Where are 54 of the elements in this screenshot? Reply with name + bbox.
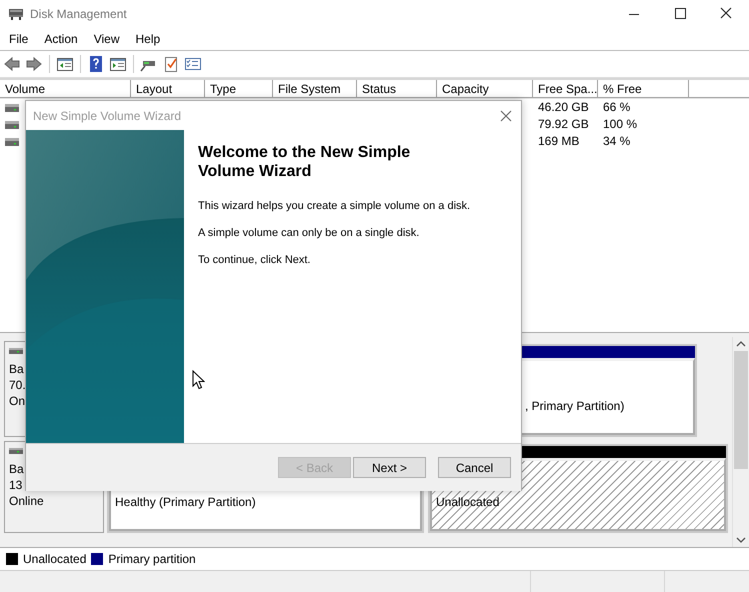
column-header[interactable]: Layout xyxy=(131,80,205,98)
column-header[interactable]: Status xyxy=(357,80,437,98)
panel-icon[interactable] xyxy=(56,55,74,73)
menu-item[interactable]: File xyxy=(0,32,36,46)
column-header[interactable]: Type xyxy=(205,80,273,98)
help-icon[interactable] xyxy=(87,55,105,73)
table-cell-text: 169 MB xyxy=(537,133,580,150)
disk-info-text: Ba xyxy=(9,361,25,377)
disk-info-text: 70. xyxy=(9,377,27,393)
disk-info-text: On xyxy=(9,393,26,409)
menu-item[interactable]: View xyxy=(84,32,126,46)
drive-icon xyxy=(9,448,23,454)
wizard-text: To continue, click Next. xyxy=(198,254,312,266)
menu-item[interactable]: Action xyxy=(35,32,85,46)
table-cell-text: 79.92 GB xyxy=(537,116,590,133)
wizard-text: A simple volume can only be on a single disk. xyxy=(198,227,420,239)
dialog-title: New Simple Volume Wizard xyxy=(33,108,182,122)
list-icon[interactable] xyxy=(184,55,202,73)
partition-status: Unallocated xyxy=(436,495,500,509)
disk-info-text: Online xyxy=(9,493,45,509)
wizard-button[interactable]: Next > xyxy=(353,457,426,478)
table-cell-text: 100 % xyxy=(602,116,638,133)
drive-icon xyxy=(5,120,19,129)
back-icon[interactable] xyxy=(3,55,21,73)
close-icon[interactable] xyxy=(499,108,513,122)
disk-info-text: Ba xyxy=(9,461,25,477)
column-header[interactable]: % Free xyxy=(598,80,689,98)
disk-info-text: 13 xyxy=(9,477,24,493)
scrollbar[interactable] xyxy=(732,337,749,547)
wizard-button[interactable]: Cancel xyxy=(438,457,511,478)
window-title: Disk Management xyxy=(30,7,127,21)
column-header[interactable]: Free Spa... xyxy=(533,80,598,98)
wizard-heading: Welcome to the New Simple Volume Wizard xyxy=(198,143,412,181)
menu-item[interactable]: Help xyxy=(126,32,168,46)
panel-icon[interactable] xyxy=(109,55,127,73)
table-cell-text: 46.20 GB xyxy=(537,99,590,116)
mouse-pointer-icon xyxy=(192,370,205,390)
drive-icon xyxy=(5,138,19,146)
forward-icon[interactable] xyxy=(25,55,43,73)
column-header[interactable]: File System xyxy=(273,80,357,98)
checklist-icon[interactable] xyxy=(162,55,180,73)
table-cell-text: 66 % xyxy=(602,99,632,116)
partition-status: Healthy (Primary Partition) xyxy=(115,495,256,509)
legend-label: Primary partition xyxy=(108,552,196,566)
scroll-thumb[interactable] xyxy=(734,351,748,469)
legend-label: Unallocated xyxy=(23,552,86,566)
drive-icon xyxy=(9,348,23,354)
drive-icon xyxy=(8,7,24,21)
column-header[interactable]: Volume xyxy=(0,80,131,98)
drive-icon xyxy=(5,104,19,112)
partition-status: , Primary Partition) xyxy=(525,399,624,413)
table-cell-text: 34 % xyxy=(602,133,632,150)
column-header[interactable]: Capacity xyxy=(437,80,533,98)
wizard-text: This wizard helps you create a simple volume on a disk. xyxy=(198,200,470,212)
